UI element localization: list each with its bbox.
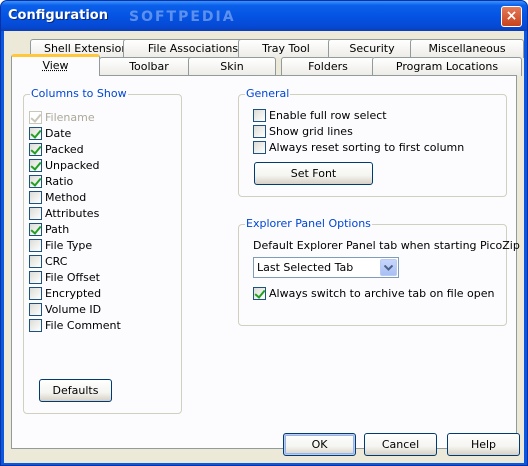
- checkmark-icon: [29, 143, 42, 156]
- checkbox-box: [29, 239, 42, 252]
- tab-folders[interactable]: Folders: [281, 57, 375, 76]
- checkbox-box: [29, 207, 42, 220]
- checkmark-icon: [29, 175, 42, 188]
- close-icon: ×: [505, 8, 518, 24]
- checkbox-box: [29, 191, 42, 204]
- dialog-client: Shell Extensions File Associations Tray …: [4, 31, 524, 463]
- tab-view[interactable]: View: [11, 54, 100, 76]
- checkbox-method[interactable]: Method: [29, 191, 86, 206]
- checkbox-show-grid-lines[interactable]: Show grid lines: [253, 125, 353, 140]
- help-button[interactable]: Help: [447, 433, 520, 456]
- checkbox-packed[interactable]: Packed: [29, 143, 84, 158]
- tab-miscellaneous[interactable]: Miscellaneous: [410, 39, 524, 58]
- tab-tray-tool[interactable]: Tray Tool: [238, 39, 334, 58]
- checkbox-attributes[interactable]: Attributes: [29, 207, 99, 222]
- checkbox-ratio[interactable]: Ratio: [29, 175, 73, 190]
- general-group-label: General: [245, 87, 291, 100]
- checkmark-icon: [29, 159, 42, 172]
- tab-program-locations[interactable]: Program Locations: [372, 57, 522, 76]
- columns-group-label: Columns to Show: [30, 87, 128, 100]
- explorer-panel-group: Explorer Panel Options Default Explorer …: [238, 217, 520, 326]
- checkbox-file-type[interactable]: File Type: [29, 239, 92, 254]
- checkbox-path[interactable]: Path: [29, 223, 69, 238]
- chevron-down-icon[interactable]: [380, 259, 397, 276]
- cancel-button[interactable]: Cancel: [364, 433, 437, 456]
- close-button[interactable]: ×: [501, 6, 522, 27]
- watermark: SOFTPEDIA: [129, 9, 236, 25]
- tab-toolbar[interactable]: Toolbar: [99, 57, 199, 76]
- tab-skin[interactable]: Skin: [188, 57, 276, 76]
- checkbox-box: [253, 125, 266, 138]
- set-font-button[interactable]: Set Font: [254, 162, 373, 185]
- checkbox-switch-archive-tab[interactable]: Always switch to archive tab on file ope…: [253, 287, 495, 302]
- checkbox-box: [253, 109, 266, 122]
- checkbox-unpacked[interactable]: Unpacked: [29, 159, 100, 174]
- checkbox-box: [29, 271, 42, 284]
- checkbox-box: [253, 141, 266, 154]
- checkmark-icon: [29, 127, 42, 140]
- explorer-description: Default Explorer Panel tab when starting…: [253, 239, 520, 252]
- checkbox-box: [29, 319, 42, 332]
- view-tab-page: Columns to Show Filename Date Packed Unp…: [11, 75, 520, 449]
- tab-security[interactable]: Security: [328, 39, 416, 58]
- window-title: Configuration: [8, 8, 108, 23]
- checkbox-full-row-select[interactable]: Enable full row select: [253, 109, 387, 124]
- ok-button[interactable]: OK: [283, 433, 356, 456]
- checkmark-icon: [29, 111, 42, 124]
- defaults-button[interactable]: Defaults: [39, 379, 112, 402]
- checkbox-filename: Filename: [29, 111, 95, 126]
- checkbox-crc[interactable]: CRC: [29, 255, 67, 270]
- checkbox-file-offset[interactable]: File Offset: [29, 271, 100, 286]
- checkbox-volume-id[interactable]: Volume ID: [29, 303, 101, 318]
- checkmark-icon: [29, 223, 42, 236]
- checkbox-encrypted[interactable]: Encrypted: [29, 287, 101, 302]
- checkbox-box: [29, 255, 42, 268]
- checkbox-file-comment[interactable]: File Comment: [29, 319, 121, 334]
- columns-group: Columns to Show Filename Date Packed Unp…: [23, 87, 182, 414]
- explorer-tab-select-value: Last Selected Tab: [257, 261, 354, 274]
- checkbox-box: [29, 287, 42, 300]
- checkbox-date[interactable]: Date: [29, 127, 71, 142]
- title-bar[interactable]: Configuration SOFTPEDIA ×: [1, 1, 527, 31]
- explorer-group-label: Explorer Panel Options: [245, 217, 372, 230]
- config-window: Configuration SOFTPEDIA × Shell Extensio…: [0, 0, 528, 466]
- general-group: General Enable full row select Show grid…: [238, 87, 507, 197]
- explorer-tab-select[interactable]: Last Selected Tab: [253, 257, 399, 278]
- checkbox-box: [29, 303, 42, 316]
- checkmark-icon: [253, 287, 266, 300]
- checkbox-reset-sorting[interactable]: Always reset sorting to first column: [253, 141, 464, 156]
